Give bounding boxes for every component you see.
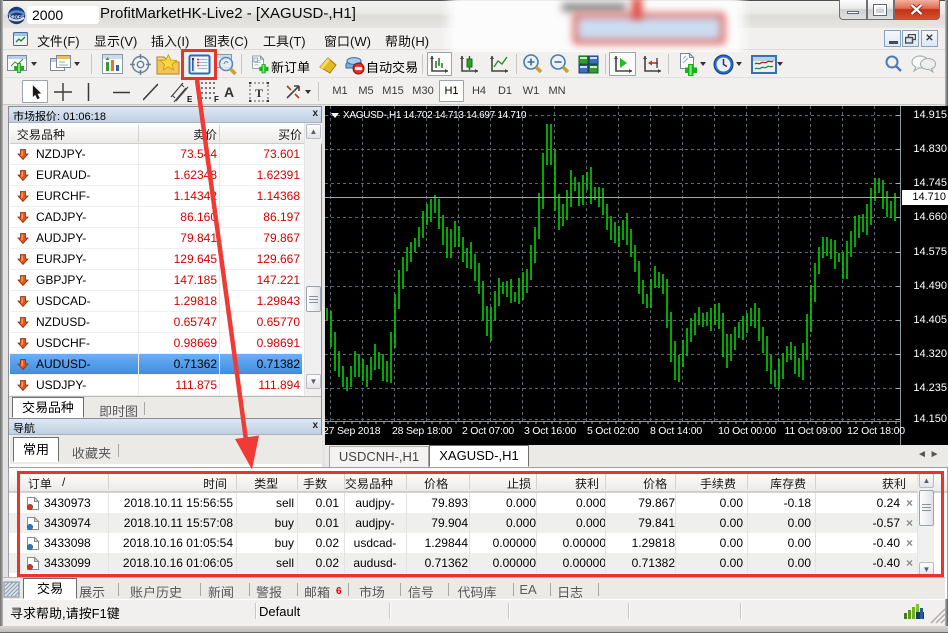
svg-text:PROFIT: PROFIT (9, 14, 25, 19)
svg-text:T: T (255, 86, 263, 100)
svg-text:F: F (214, 95, 219, 104)
svg-text:E: E (187, 95, 193, 104)
